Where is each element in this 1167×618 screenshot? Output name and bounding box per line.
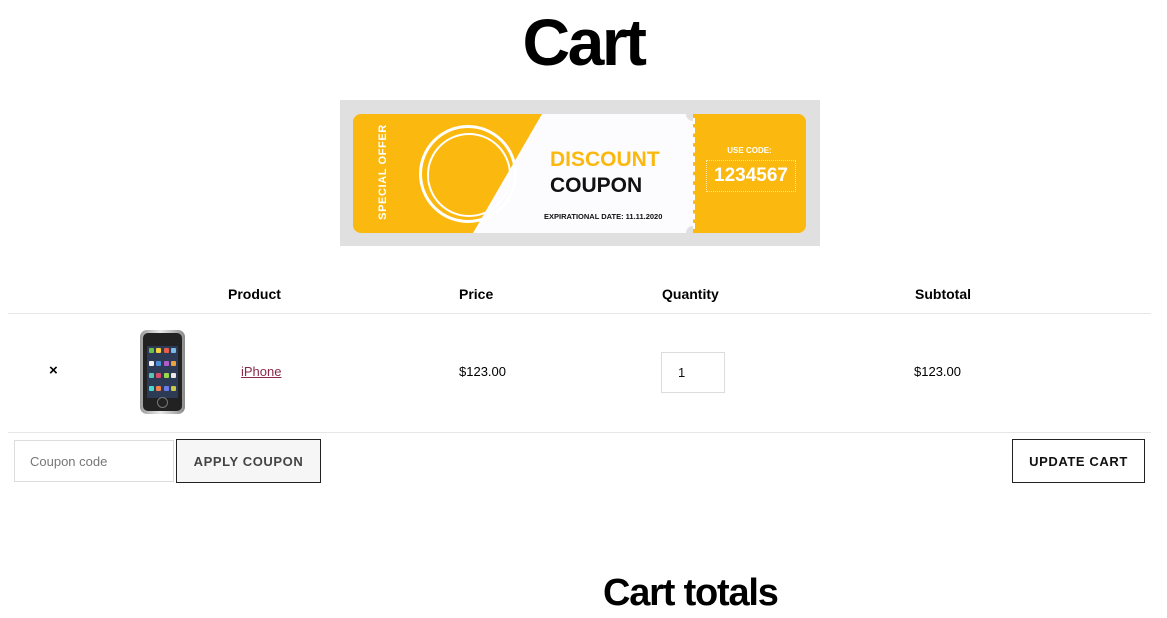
home-button-icon: [157, 397, 168, 408]
quantity-input[interactable]: [661, 352, 725, 393]
ticket-left: SPECIAL OFFER 80% DISCOUNT COUPON EXPIRA…: [353, 114, 693, 233]
header-subtotal: Subtotal: [915, 286, 971, 302]
remove-item-button[interactable]: ×: [49, 362, 58, 379]
phone-body: [143, 333, 182, 411]
coupon-banner-image: SPECIAL OFFER 80% DISCOUNT COUPON EXPIRA…: [340, 100, 820, 246]
product-price: $123.00: [459, 364, 506, 379]
expiration-date: EXPIRATIONAL DATE: 11.11.2020: [544, 212, 663, 221]
phone-screen: [147, 346, 178, 398]
use-code-label: USE CODE:: [727, 146, 772, 155]
ticket-stub: USE CODE: 1234567: [693, 114, 806, 233]
product-link[interactable]: iPhone: [241, 364, 281, 379]
special-offer-text: SPECIAL OFFER: [377, 124, 389, 220]
iphone-image[interactable]: [140, 330, 185, 414]
product-subtotal: $123.00: [914, 364, 961, 379]
apply-coupon-button[interactable]: APPLY COUPON: [176, 439, 321, 483]
row-divider: [8, 432, 1151, 433]
discount-percent: 80%: [428, 154, 501, 195]
header-price: Price: [459, 286, 494, 302]
cart-totals-title: Cart totals: [603, 572, 779, 614]
header-divider: [8, 313, 1151, 314]
header-product: Product: [228, 286, 281, 302]
coupon-code-input[interactable]: [14, 440, 174, 482]
coupon-code-value: 1234567: [706, 160, 796, 192]
header-quantity: Quantity: [662, 286, 719, 302]
discount-word: DISCOUNT: [550, 148, 660, 171]
coupon-word: COUPON: [550, 174, 643, 197]
page-title: Cart: [522, 5, 647, 79]
update-cart-button[interactable]: UPDATE CART: [1012, 439, 1145, 483]
